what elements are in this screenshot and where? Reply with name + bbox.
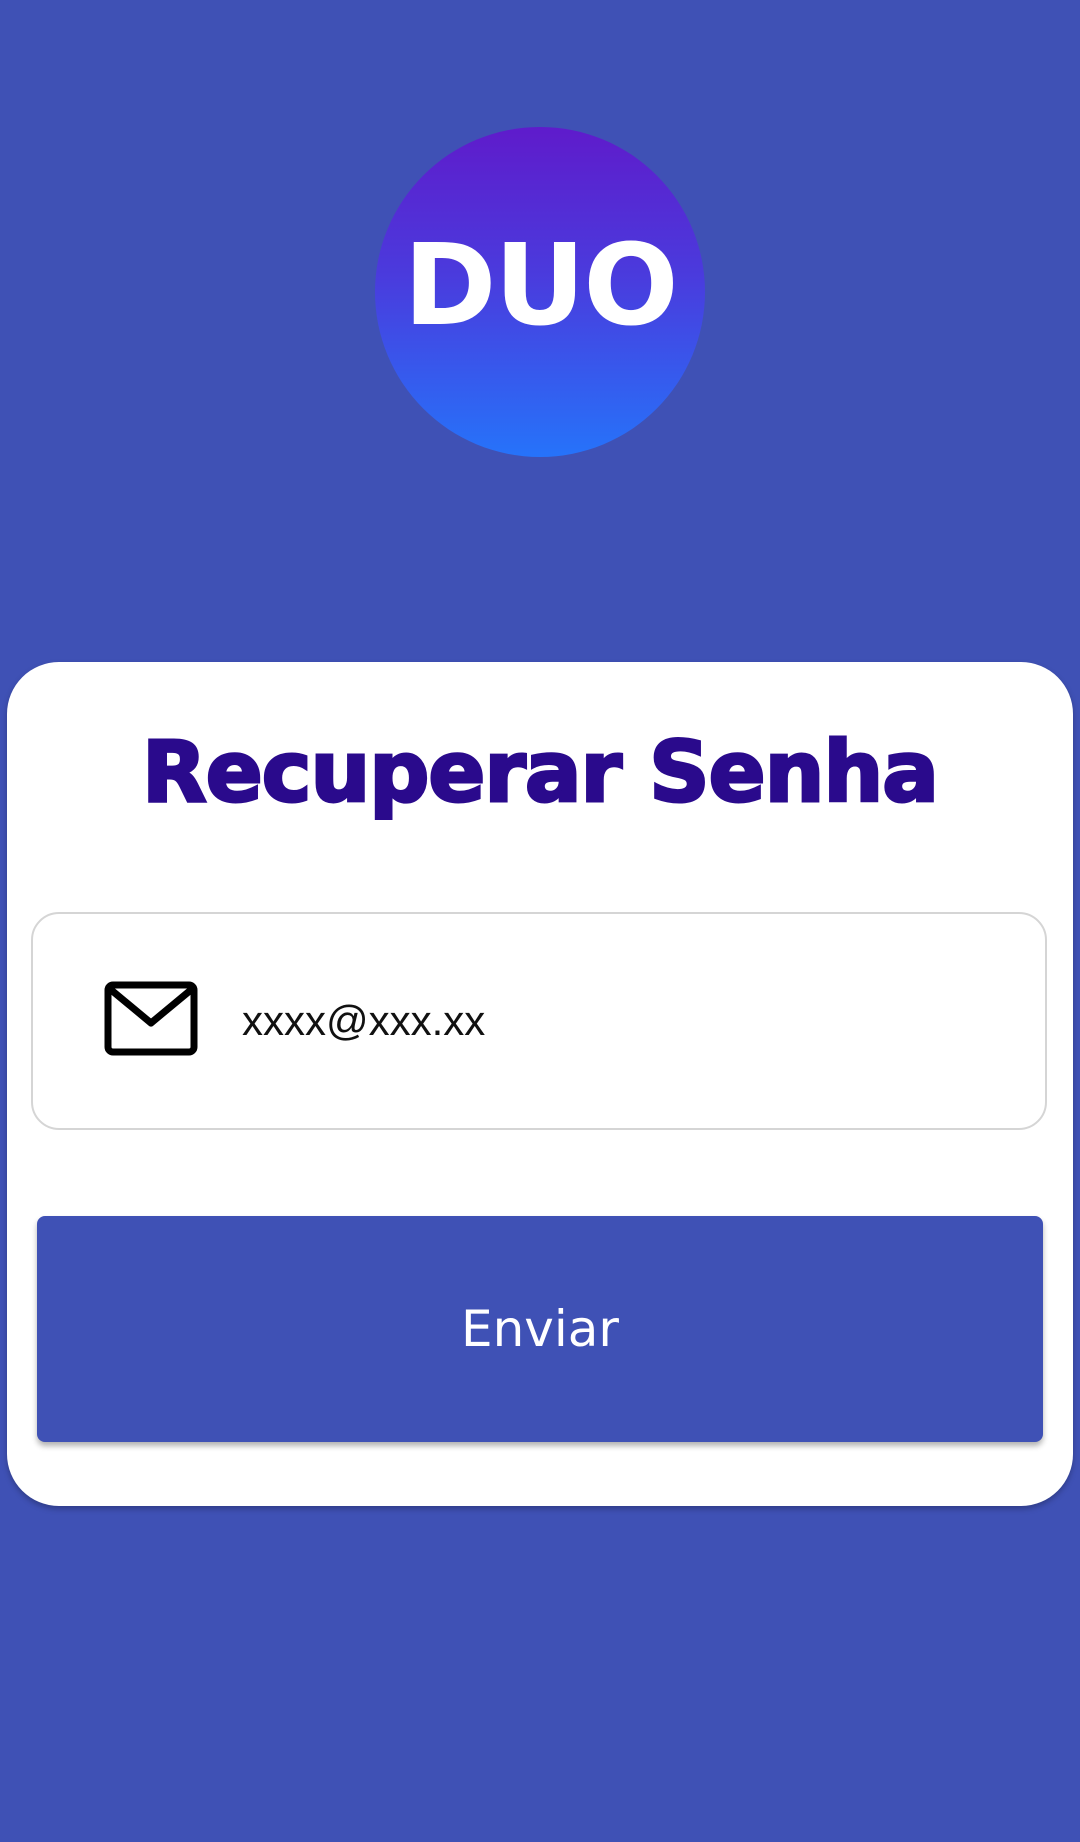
email-field[interactable]: xxxx@xxx.xx: [31, 912, 1047, 1130]
logo-text: DUO: [403, 221, 678, 351]
mail-icon: [104, 981, 198, 1056]
duo-logo: DUO: [375, 127, 705, 457]
page-title: Recuperar Senha: [141, 722, 941, 823]
recover-password-card: Recuperar Senha xxxx@xxx.xx Enviar: [7, 662, 1073, 1506]
email-input[interactable]: xxxx@xxx.xx: [242, 914, 1002, 1128]
send-button[interactable]: Enviar: [37, 1216, 1043, 1442]
